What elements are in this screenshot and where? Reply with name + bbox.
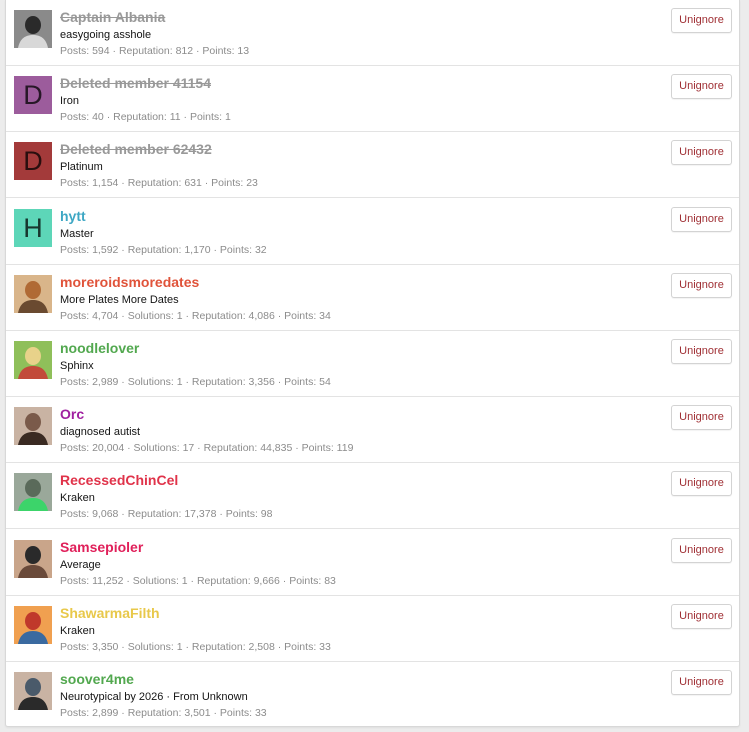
unignore-button[interactable]: Unignore — [671, 74, 732, 99]
member-row: Hhytt Master Posts: 1,592 · Reputation: 1,… — [6, 199, 739, 265]
member-username[interactable]: Captain Albania — [60, 9, 249, 26]
member-avatar[interactable] — [14, 606, 52, 644]
member-stats: Posts: 4,704 · Solutions: 1 · Reputation… — [60, 310, 331, 322]
avatar-photo-icon — [14, 672, 52, 710]
avatar-photo-icon — [14, 275, 52, 313]
member-row: Captain Albania easygoing asshole Posts: 5… — [6, 0, 739, 66]
member-title: Average — [60, 559, 101, 571]
member-title: Kraken — [60, 625, 95, 637]
member-username[interactable]: hytt — [60, 208, 267, 225]
member-info: soover4me Neurotypical by 2026 · From Unk… — [60, 671, 267, 720]
member-info: ShawarmaFilth Kraken Posts: 3,350 · Soluti… — [60, 605, 331, 654]
member-title: Sphinx — [60, 360, 94, 372]
member-avatar[interactable] — [14, 10, 52, 48]
member-stats: Posts: 594 · Reputation: 812 · Points: 1… — [60, 45, 250, 57]
member-username[interactable]: moreroidsmoredates — [60, 274, 331, 291]
unignore-button[interactable]: Unignore — [671, 207, 732, 232]
avatar-photo-icon — [14, 10, 52, 48]
member-avatar[interactable]: D — [14, 76, 52, 114]
unignore-button[interactable]: Unignore — [671, 538, 732, 563]
member-title: More Plates More Dates — [60, 294, 179, 306]
avatar-photo-icon — [14, 473, 52, 511]
member-title: Master — [60, 228, 94, 240]
member-info: moreroidsmoredates More Plates More Dates… — [60, 274, 331, 323]
member-avatar[interactable] — [14, 473, 52, 511]
member-avatar[interactable]: D — [14, 142, 52, 180]
member-info: Samsepioler Average Posts: 11,252 · Soluti… — [60, 539, 336, 588]
unignore-button[interactable]: Unignore — [671, 140, 732, 165]
member-info: Captain Albania easygoing asshole Posts: 5… — [60, 9, 249, 58]
member-title: Kraken — [60, 492, 95, 504]
avatar-letter: D — [23, 145, 43, 176]
member-row: moreroidsmoredates More Plates More Dates… — [6, 265, 739, 331]
avatar-letter: H — [23, 212, 43, 243]
avatar-photo-icon — [14, 540, 52, 578]
member-stats: Posts: 3,350 · Solutions: 1 · Reputation… — [60, 641, 331, 653]
member-info: hytt Master Posts: 1,592 · Reputation: 1,1… — [60, 208, 267, 257]
member-info: Deleted member 62432 Platinum Posts: 1,154… — [60, 141, 258, 190]
member-username[interactable]: Deleted member 41154 — [60, 75, 231, 92]
member-title: Iron — [60, 95, 79, 107]
member-title: Neurotypical by 2026 · From Unknown — [60, 691, 248, 703]
unignore-button[interactable]: Unignore — [671, 405, 732, 430]
member-avatar[interactable] — [14, 407, 52, 445]
member-avatar[interactable] — [14, 672, 52, 710]
member-row: soover4me Neurotypical by 2026 · From Unk… — [6, 662, 739, 728]
member-stats: Posts: 1,154 · Reputation: 631 · Points:… — [60, 177, 258, 189]
member-avatar[interactable] — [14, 275, 52, 313]
member-stats: Posts: 40 · Reputation: 11 · Points: 1 — [60, 111, 231, 123]
member-info: noodlelover Sphinx Posts: 2,989 · Solution… — [60, 340, 331, 389]
avatar-letter: D — [23, 79, 43, 110]
member-info: RecessedChinCel Kraken Posts: 9,068 · Repu… — [60, 472, 272, 521]
member-row: Samsepioler Average Posts: 11,252 · Soluti… — [6, 530, 739, 596]
unignore-button[interactable]: Unignore — [671, 273, 732, 298]
member-row: D Deleted member 62432 Platinum Posts: 1,15… — [6, 132, 739, 198]
member-info: Orc diagnosed autist Posts: 20,004 · Solut… — [60, 406, 353, 455]
unignore-button[interactable]: Unignore — [671, 339, 732, 364]
member-info: Deleted member 41154 Iron Posts: 40 · Repu… — [60, 75, 231, 124]
avatar-photo-icon — [14, 606, 52, 644]
member-username[interactable]: Orc — [60, 406, 353, 423]
member-row: noodlelover Sphinx Posts: 2,989 · Solution… — [6, 331, 739, 397]
unignore-button[interactable]: Unignore — [671, 8, 732, 33]
member-title: Platinum — [60, 161, 103, 173]
member-username[interactable]: soover4me — [60, 671, 267, 688]
member-row: Orc diagnosed autist Posts: 20,004 · Solut… — [6, 397, 739, 463]
member-username[interactable]: Samsepioler — [60, 539, 336, 556]
avatar-photo-icon — [14, 407, 52, 445]
member-stats: Posts: 1,592 · Reputation: 1,170 · Point… — [60, 244, 267, 256]
member-stats: Posts: 9,068 · Reputation: 17,378 · Poin… — [60, 508, 273, 520]
avatar-photo-icon — [14, 341, 52, 379]
member-stats: Posts: 2,899 · Reputation: 3,501 · Point… — [60, 707, 267, 719]
ignored-members-list: Captain Albania easygoing asshole Posts: 5… — [5, 0, 740, 727]
unignore-button[interactable]: Unignore — [671, 604, 732, 629]
member-username[interactable]: ShawarmaFilth — [60, 605, 331, 622]
unignore-button[interactable]: Unignore — [671, 471, 732, 496]
member-title: diagnosed autist — [60, 426, 141, 438]
member-row: D Deleted member 41154 Iron Posts: 40 · Rep… — [6, 66, 739, 132]
member-avatar[interactable] — [14, 341, 52, 379]
unignore-button[interactable]: Unignore — [671, 670, 732, 695]
member-stats: Posts: 20,004 · Solutions: 17 · Reputati… — [60, 442, 354, 454]
member-username[interactable]: noodlelover — [60, 340, 331, 357]
member-avatar[interactable] — [14, 540, 52, 578]
member-avatar[interactable]: H — [14, 209, 52, 247]
member-stats: Posts: 2,989 · Solutions: 1 · Reputation… — [60, 376, 331, 388]
member-username[interactable]: Deleted member 62432 — [60, 141, 258, 158]
member-row: RecessedChinCel Kraken Posts: 9,068 · Repu… — [6, 463, 739, 529]
member-stats: Posts: 11,252 · Solutions: 1 · Reputatio… — [60, 575, 336, 587]
member-row: ShawarmaFilth Kraken Posts: 3,350 · Soluti… — [6, 596, 739, 662]
member-username[interactable]: RecessedChinCel — [60, 472, 272, 489]
member-title: easygoing asshole — [60, 29, 152, 41]
